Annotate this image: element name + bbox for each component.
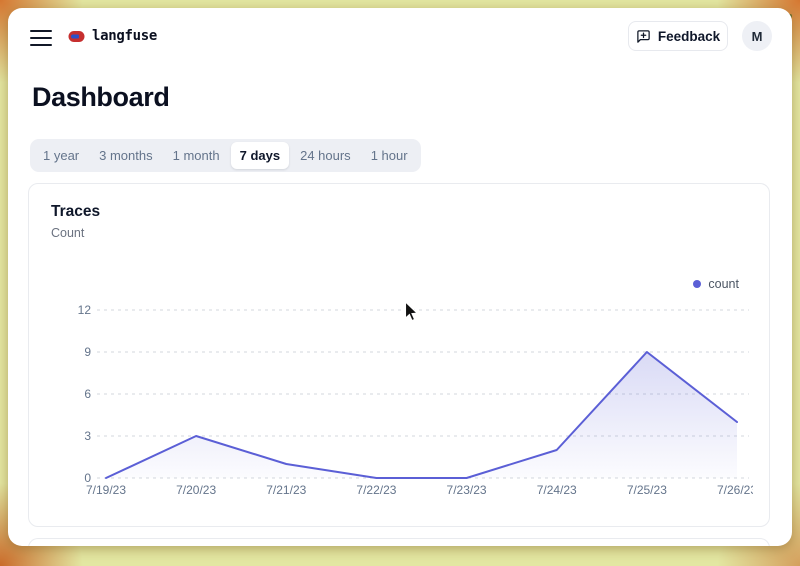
traces-card: Traces Count count 0369127/19/237/20/237… — [28, 183, 770, 527]
card-subtitle: Count — [51, 226, 84, 240]
app-logo-text: langfuse — [92, 28, 157, 44]
user-avatar[interactable]: M — [742, 21, 772, 51]
avatar-initial: M — [752, 29, 763, 44]
hamburger-menu-icon[interactable] — [30, 29, 52, 47]
svg-text:6: 6 — [84, 387, 91, 401]
svg-text:3: 3 — [84, 429, 91, 443]
svg-text:9: 9 — [84, 345, 91, 359]
time-range-tabs: 1 year3 months1 month7 days24 hours1 hou… — [30, 139, 421, 172]
feedback-button-label: Feedback — [658, 29, 720, 44]
traces-area-chart[interactable]: 0369127/19/237/20/237/21/237/22/237/23/2… — [51, 290, 753, 506]
tab-1-hour[interactable]: 1 hour — [362, 142, 417, 169]
legend-label: count — [708, 277, 739, 291]
svg-text:7/19/23: 7/19/23 — [86, 483, 126, 497]
tab-3-months[interactable]: 3 months — [90, 142, 161, 169]
message-square-plus-icon — [636, 29, 651, 44]
tab-7-days[interactable]: 7 days — [231, 142, 289, 169]
svg-text:7/24/23: 7/24/23 — [537, 483, 577, 497]
tab-24-hours[interactable]: 24 hours — [291, 142, 360, 169]
svg-text:7/22/23: 7/22/23 — [356, 483, 396, 497]
svg-text:12: 12 — [78, 303, 92, 317]
svg-text:7/26/23: 7/26/23 — [717, 483, 753, 497]
svg-text:7/23/23: 7/23/23 — [447, 483, 487, 497]
svg-text:7/20/23: 7/20/23 — [176, 483, 216, 497]
chart-legend: count — [693, 277, 739, 291]
next-card-partial — [28, 538, 770, 546]
langfuse-knot-logo-icon — [68, 30, 85, 43]
card-title: Traces — [51, 203, 100, 221]
svg-text:7/25/23: 7/25/23 — [627, 483, 667, 497]
feedback-button[interactable]: Feedback — [628, 21, 728, 51]
app-logo: langfuse — [68, 28, 157, 44]
page-title: Dashboard — [32, 82, 169, 113]
tab-1-month[interactable]: 1 month — [164, 142, 229, 169]
legend-dot-icon — [693, 280, 701, 288]
tab-1-year[interactable]: 1 year — [34, 142, 88, 169]
capture-frame: { "header": { "logo_text": "langfuse", "… — [0, 0, 800, 566]
svg-text:7/21/23: 7/21/23 — [266, 483, 306, 497]
app-window: langfuse Feedback M Dashboard 1 year3 mo… — [8, 8, 792, 546]
